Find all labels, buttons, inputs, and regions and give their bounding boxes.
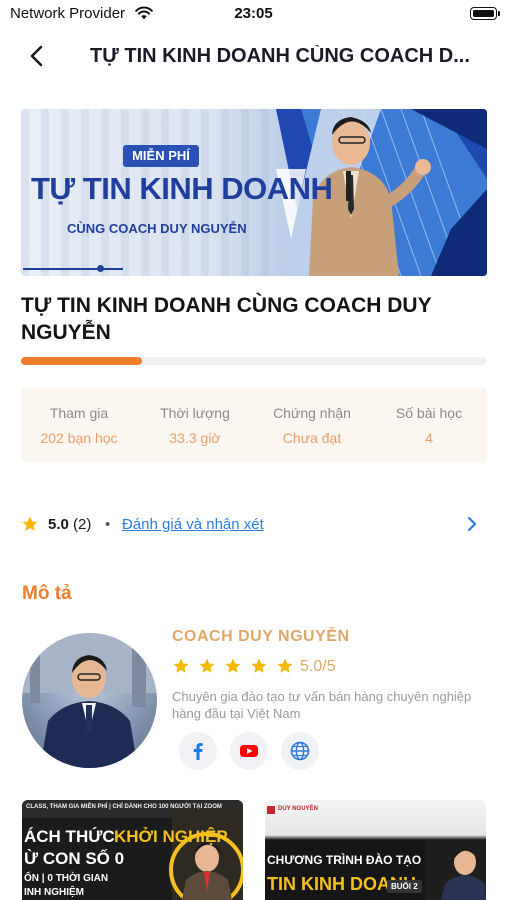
stat-duration: Thời lượng 33.3 giờ (137, 388, 253, 462)
card1-line1-a: ÁCH THỨC (24, 827, 115, 846)
card1-line3: ỐN | 0 THỜI GIAN (24, 873, 109, 884)
course-title: TỰ TIN KINH DOANH CÙNG COACH DUY NGUYỄN (21, 294, 432, 344)
card2-badge: BUỔI 2 (387, 880, 422, 893)
video-progress-handle[interactable] (97, 265, 104, 272)
chevron-right-icon[interactable] (465, 516, 479, 532)
banner-headline: TỰ TIN KINH DOANH (31, 171, 333, 206)
star-icon (22, 516, 38, 531)
back-arrow-icon[interactable] (24, 42, 52, 70)
coach-name: COACH DUY NGUYỄN (172, 628, 350, 645)
stat-label: Tham gia (49, 405, 109, 421)
stat-label: Thời lượng (160, 405, 230, 421)
stat-participants: Tham gia 202 bạn học (21, 388, 137, 462)
stat-label: Số bài học (395, 405, 463, 421)
rating-score: 5.0 (2) (48, 516, 92, 533)
related-course-card[interactable]: DUY NGUYỄN CHƯƠNG TRÌNH ĐÀO TẠO TIN KINH… (265, 800, 486, 900)
stat-value: Chưa đạt (282, 430, 342, 446)
stat-label: Chứng nhận (273, 405, 351, 421)
page-title: TỰ TIN KINH DOANH CÙNG COACH D... (90, 45, 470, 67)
card1-line1-b: KHỞI NGHIỆP (114, 827, 228, 846)
stat-value: 202 bạn học (40, 430, 118, 446)
card1-line2: Ừ CON SỐ 0 (24, 849, 125, 868)
card2-line1: CHƯƠNG TRÌNH ĐÀO TẠO (267, 853, 422, 867)
coach-rating-value: 5.0/5 (300, 658, 336, 675)
banner-subline: CÙNG COACH DUY NGUYỄN (67, 221, 247, 236)
stat-certificate: Chứng nhận Chưa đạt (254, 388, 370, 462)
coach-avatar (22, 633, 157, 768)
free-badge: MIỄN PHÍ (123, 145, 199, 167)
card2-brand: DUY NGUYỄN (278, 806, 318, 812)
youtube-button[interactable] (230, 732, 268, 770)
star-icon (199, 658, 215, 673)
description-heading: Mô tả (22, 583, 72, 604)
star-icon (225, 658, 241, 673)
clock: 23:05 (234, 5, 273, 22)
rating-row[interactable]: 5.0 (2) • Đánh giá và nhận xét (21, 514, 487, 536)
course-detail-screen: Network Provider 23:05 TỰ TIN KINH DOANH… (0, 0, 507, 900)
stat-value: 4 (425, 430, 433, 446)
youtube-icon (240, 745, 258, 757)
star-icon (251, 658, 267, 673)
battery-icon (470, 7, 500, 20)
card1-top-line: CLASS, THAM GIA MIỄN PHÍ | CHỈ DÀNH CHO … (26, 804, 222, 810)
facebook-button[interactable] (179, 732, 217, 770)
course-progress-bar (21, 357, 487, 365)
course-banner[interactable]: MIỄN PHÍ TỰ TIN KINH DOANH CÙNG COACH DU… (21, 109, 487, 276)
website-button[interactable] (281, 732, 319, 770)
course-stats: Tham gia 202 bạn học Thời lượng 33.3 giờ… (21, 388, 487, 462)
related-course-card[interactable]: CLASS, THAM GIA MIỄN PHÍ | CHỈ DÀNH CHO … (22, 800, 243, 900)
card1-line4: INH NGHIỆM (24, 887, 84, 898)
stat-value: 33.3 giờ (169, 430, 221, 446)
globe-icon (290, 741, 310, 761)
navigation-bar: TỰ TIN KINH DOANH CÙNG COACH D... (0, 30, 507, 82)
course-progress-fill (21, 357, 143, 365)
reviews-link[interactable]: Đánh giá và nhận xét (122, 516, 264, 533)
star-icon (277, 658, 293, 673)
coach-bio: Chuyên gia đào tạo tư vấn bán hàng chuyê… (172, 689, 472, 721)
rating-separator: • (105, 516, 111, 533)
video-progress-track[interactable] (23, 268, 123, 270)
coach-rating-stars: 5.0/5 (172, 657, 372, 679)
star-icon (173, 658, 189, 673)
facebook-icon (193, 743, 203, 760)
stat-lessons: Số bài học 4 (371, 388, 487, 462)
status-bar: Network Provider 23:05 (0, 0, 507, 28)
